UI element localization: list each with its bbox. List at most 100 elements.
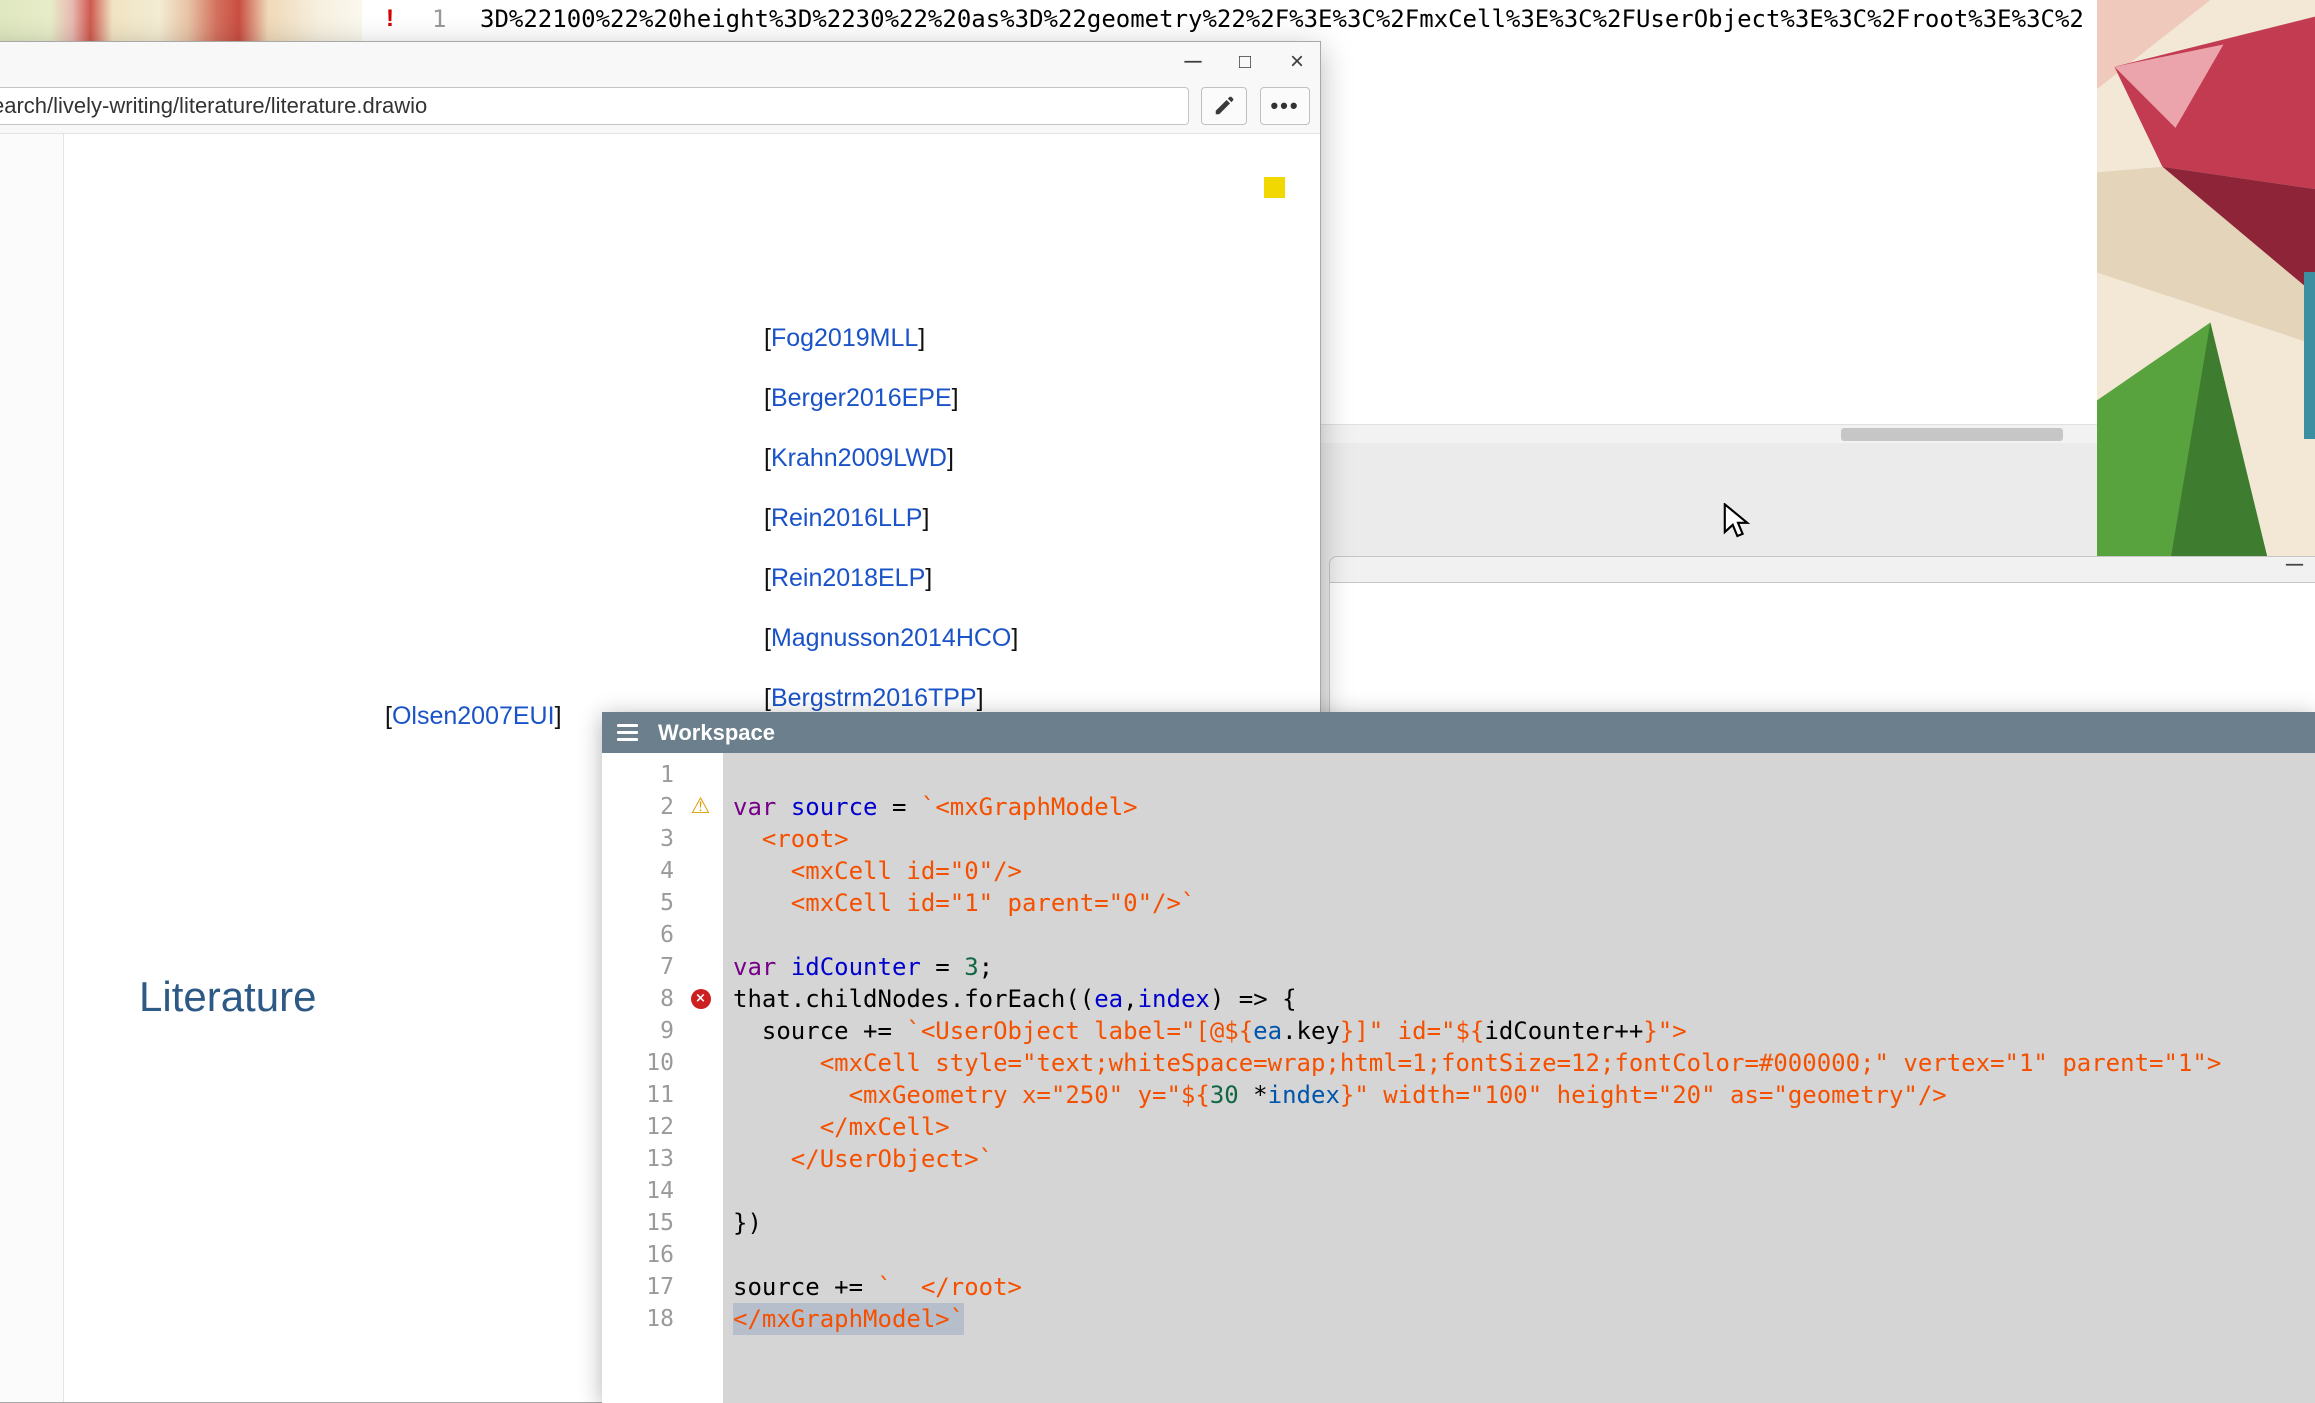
ellipsis-icon: ••• <box>1270 93 1299 119</box>
bracket: ] <box>555 702 562 731</box>
address-input[interactable] <box>0 87 1189 125</box>
line-number: 3 <box>602 823 678 855</box>
code-line-text: <mxGeometry x="250" y="${30 *index}" wid… <box>723 1079 2315 1111</box>
citation-link[interactable]: Olsen2007EUI <box>392 702 555 731</box>
workspace-title: Workspace <box>658 720 775 746</box>
error-gutter-icon: ! <box>386 0 394 38</box>
artwork-shape <box>2304 272 2315 439</box>
line-number: 15 <box>602 1207 678 1239</box>
close-button[interactable]: × <box>1282 48 1312 76</box>
desktop: ! 1 3D%22100%22%20height%3D%2230%22%20as… <box>0 0 2315 1403</box>
bracket: [ <box>764 624 771 653</box>
more-options-button[interactable]: ••• <box>1260 87 1310 125</box>
gutter-icon-slot <box>678 1239 723 1271</box>
workspace-titlebar[interactable]: Workspace <box>602 712 2315 753</box>
citation-link[interactable]: Rein2016LLP <box>771 504 923 533</box>
code-line: 2⚠var source = `<mxGraphModel> <box>602 791 2315 823</box>
gutter-icon-slot <box>678 1111 723 1143</box>
line-number: 4 <box>602 855 678 887</box>
citation-link[interactable]: Bergstrm2016TPP <box>771 684 977 713</box>
code-line: 4 <mxCell id="0"/> <box>602 855 2315 887</box>
code-line-text: <mxCell style="text;whiteSpace=wrap;html… <box>723 1047 2315 1079</box>
code-line: 13 </UserObject>` <box>602 1143 2315 1175</box>
gutter-icon-slot: × <box>678 983 723 1015</box>
scrollbar-thumb[interactable] <box>1841 428 2063 441</box>
gutter-icon-slot <box>678 1143 723 1175</box>
line-number: 16 <box>602 1239 678 1271</box>
bracket: [ <box>385 702 392 731</box>
code-editor[interactable]: 12⚠var source = `<mxGraphModel>3 <root>4… <box>602 753 2315 1403</box>
code-line: 6 <box>602 919 2315 951</box>
code-line-text: }) <box>723 1207 2315 1239</box>
code-line-text <box>723 1239 2315 1271</box>
line-number: 11 <box>602 1079 678 1111</box>
edit-button[interactable] <box>1201 87 1247 125</box>
citation-row: [Fog2019MLL] <box>764 308 1018 368</box>
code-line: 15}) <box>602 1207 2315 1239</box>
line-number: 10 <box>602 1047 678 1079</box>
citation-link[interactable]: Berger2016EPE <box>771 384 952 413</box>
code-line: 16 <box>602 1239 2315 1271</box>
citation-link[interactable]: Magnusson2014HCO <box>771 624 1011 653</box>
gutter-icon-slot <box>678 887 723 919</box>
code-line: 14 <box>602 1175 2315 1207</box>
citation-row: [Magnusson2014HCO] <box>764 608 1018 668</box>
code-line-text: <mxCell id="0"/> <box>723 855 2315 887</box>
maximize-button[interactable]: □ <box>1230 51 1260 74</box>
code-line-text: var idCounter = 3; <box>723 951 2315 983</box>
hamburger-menu-icon[interactable] <box>617 720 638 745</box>
code-line: 1 <box>602 759 2315 791</box>
code-line-text: source += ` </root> <box>723 1271 2315 1303</box>
gutter-icon-slot <box>678 1271 723 1303</box>
canvas-margin-line <box>63 134 64 1402</box>
code-line: 18 </mxGraphModel>` <box>602 1303 2315 1335</box>
behind-window-titlebar[interactable]: ─ <box>1329 556 2315 583</box>
drawio-toolbar: ••• <box>0 82 1320 134</box>
drawio-titlebar[interactable]: ─ □ × <box>0 42 1320 82</box>
workspace-window: Workspace 12⚠var source = `<mxGraphModel… <box>602 712 2315 1403</box>
line-number: 6 <box>602 919 678 951</box>
code-line: 9 source += `<UserObject label="[@${ea.k… <box>602 1015 2315 1047</box>
horizontal-scrollbar[interactable] <box>1321 424 2097 443</box>
code-line-text: source += `<UserObject label="[@${ea.key… <box>723 1015 2315 1047</box>
citation-row: [Rein2016LLP] <box>764 488 1018 548</box>
canvas-gutter <box>0 134 63 1402</box>
minimize-icon[interactable]: ─ <box>2286 551 2303 578</box>
code-editor-lines: 12⚠var source = `<mxGraphModel>3 <root>4… <box>602 759 2315 1335</box>
bracket: [ <box>764 444 771 473</box>
gutter-icon-slot <box>678 951 723 983</box>
gutter-icon-slot <box>678 823 723 855</box>
code-line: 3 <root> <box>602 823 2315 855</box>
line-number: 12 <box>602 1111 678 1143</box>
code-line-text: </mxGraphModel>` <box>723 1303 2315 1335</box>
line-number: 13 <box>602 1143 678 1175</box>
bracket: [ <box>764 564 771 593</box>
citation-link[interactable]: Fog2019MLL <box>771 324 918 353</box>
gutter-icon-slot: ⚠ <box>678 791 723 823</box>
minimize-button[interactable]: ─ <box>1178 48 1208 76</box>
citation-row: [Berger2016EPE] <box>764 368 1018 428</box>
citation-link[interactable]: Krahn2009LWD <box>771 444 947 473</box>
bracket: ] <box>947 444 954 473</box>
line-number: 1 <box>432 0 446 38</box>
citation-link[interactable]: Rein2018ELP <box>771 564 925 593</box>
desktop-artwork-left <box>0 0 362 41</box>
line-number: 9 <box>602 1015 678 1047</box>
gutter-icon-slot <box>678 1015 723 1047</box>
bracket: ] <box>952 384 959 413</box>
behind-window-content <box>1329 583 2315 712</box>
code-line-text: <root> <box>723 823 2315 855</box>
code-line: 7 var idCounter = 3; <box>602 951 2315 983</box>
bracket: ] <box>1011 624 1018 653</box>
error-icon: × <box>691 989 711 1009</box>
line-number: 17 <box>602 1271 678 1303</box>
citation-olsen: [Olsen2007EUI] <box>385 701 562 731</box>
gutter-icon-slot <box>678 919 723 951</box>
line-number: 18 <box>602 1303 678 1335</box>
warning-icon: ⚠ <box>691 796 711 818</box>
background-window <box>1321 41 2097 443</box>
line-number: 7 <box>602 951 678 983</box>
gutter-icon-slot <box>678 855 723 887</box>
code-line: 10 <mxCell style="text;whiteSpace=wrap;h… <box>602 1047 2315 1079</box>
background-code-editor[interactable]: ! 1 3D%22100%22%20height%3D%2230%22%20as… <box>362 0 2097 41</box>
